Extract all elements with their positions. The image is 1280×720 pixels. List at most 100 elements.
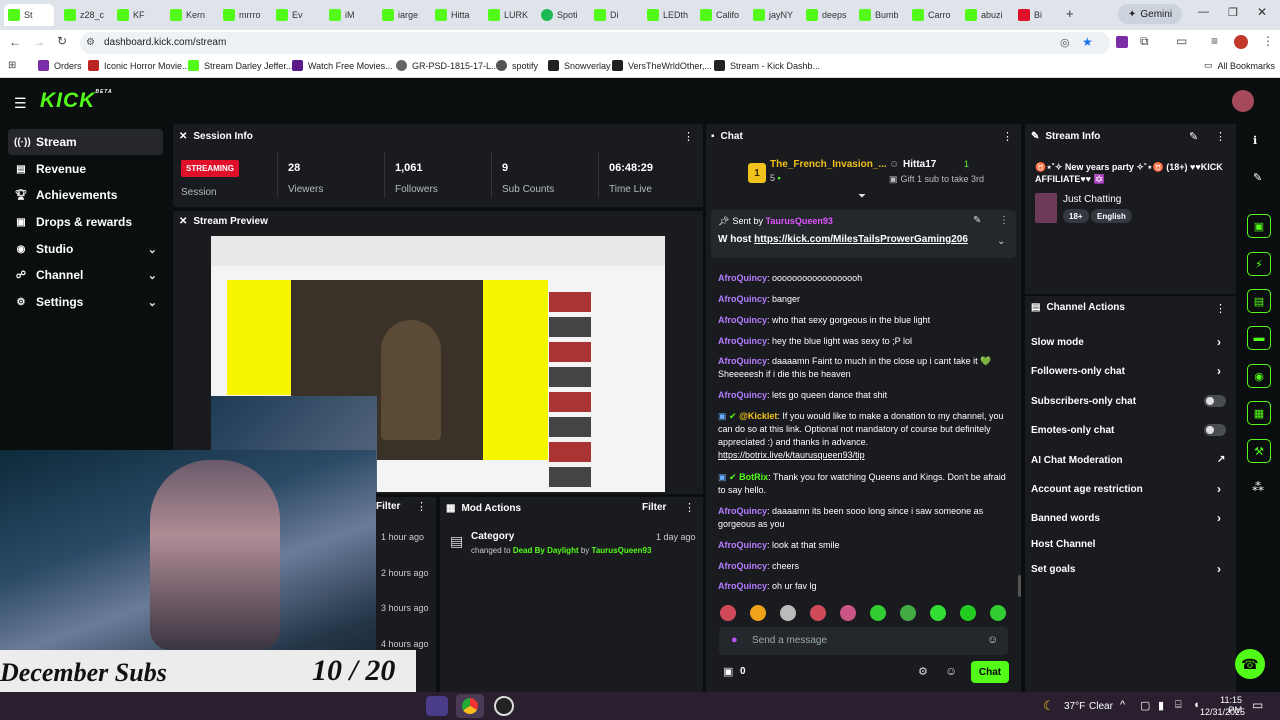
action-followers-only[interactable]: Followers-only chat ›	[1031, 364, 1231, 378]
tab[interactable]: KF	[113, 4, 163, 26]
emote-icon[interactable]	[720, 605, 736, 621]
tray-display-icon[interactable]: ▢	[1140, 699, 1150, 712]
nav-item-stream[interactable]: ((·)) Stream	[8, 129, 163, 155]
chat-username[interactable]: AfroQuincy	[718, 315, 767, 325]
extensions-puzzle-icon[interactable]: ⧉	[1140, 34, 1149, 49]
tab[interactable]: Bi	[1014, 4, 1056, 26]
tab[interactable]: Carro	[908, 4, 958, 26]
taskbar-obs-icon[interactable]	[494, 696, 514, 716]
emote-icon[interactable]	[900, 605, 916, 621]
minimize-icon[interactable]: —	[1198, 6, 1209, 18]
forward-icon[interactable]: →	[33, 35, 45, 49]
chat-username[interactable]: @Kicklet	[739, 411, 777, 421]
mod-entry-user[interactable]: TaurusQueen93	[592, 546, 652, 555]
support-chat-button[interactable]: ☎	[1235, 649, 1265, 679]
tab[interactable]: Califo	[696, 4, 746, 26]
action-set-goals[interactable]: Set goals ›	[1031, 562, 1231, 576]
tab[interactable]: jayNY	[749, 4, 799, 26]
nav-item-studio[interactable]: ◉ Studio ⌄	[8, 236, 163, 262]
more-menu-icon[interactable]: ⋮	[1215, 302, 1226, 315]
chat-scrollbar[interactable]	[1018, 575, 1021, 597]
nav-item-drops[interactable]: ▣ Drops & rewards	[8, 209, 163, 235]
all-bookmarks[interactable]: ▭ All Bookmarks	[1204, 60, 1275, 71]
nav-item-achievements[interactable]: 🏆︎ Achievements	[8, 182, 163, 208]
tab[interactable]: LURK	[484, 4, 534, 26]
url-field[interactable]: ⚙ dashboard.kick.com/stream ◎ ★	[80, 32, 1110, 54]
collapse-icon[interactable]: ⏷	[858, 191, 866, 202]
more-menu-icon[interactable]: ⋮	[683, 130, 694, 143]
layout-icon[interactable]: ▦	[1247, 401, 1271, 425]
tab[interactable]: Di	[590, 4, 640, 26]
broadcast-icon[interactable]: ◉	[1247, 364, 1271, 388]
tray-network-icon[interactable]: ⌸	[1175, 699, 1182, 712]
chat-username[interactable]: AfroQuincy	[718, 273, 767, 283]
gemini-button[interactable]: ✦ Gemini	[1118, 4, 1183, 24]
action-host-channel[interactable]: Host Channel	[1031, 539, 1231, 550]
activity-filter-button[interactable]: Filter	[376, 501, 400, 512]
more-menu-icon[interactable]: ⋮	[999, 215, 1009, 226]
emote-icon[interactable]	[840, 605, 856, 621]
restore-icon[interactable]: ❐	[1228, 6, 1238, 19]
bookmark-item[interactable]: Orders	[38, 60, 82, 71]
eye-off-icon[interactable]: ◎	[1060, 36, 1070, 49]
site-info-icon[interactable]: ⚙	[86, 37, 95, 48]
tab[interactable]: Kern	[166, 4, 216, 26]
profile-avatar[interactable]	[1234, 35, 1248, 49]
bookmark-item[interactable]: Stream Darley Jeffer...	[188, 60, 293, 71]
chat-input[interactable]: ● Send a message ☺	[719, 627, 1008, 655]
subscribers-only-toggle[interactable]	[1204, 395, 1226, 407]
tab[interactable]: Hitta	[431, 4, 481, 26]
document-icon[interactable]: ▤	[1247, 289, 1271, 313]
mic-icon[interactable]: ●	[731, 634, 738, 646]
unpin-icon[interactable]: ✎	[973, 215, 981, 226]
mod-entry-category[interactable]: Dead By Daylight	[513, 546, 579, 555]
edit-icon[interactable]: ✎	[1189, 130, 1198, 143]
tray-chevron-icon[interactable]: ^	[1120, 699, 1125, 711]
tab[interactable]: mrrro	[219, 4, 269, 26]
chat-link[interactable]: https://botrix.live/k/taurusqueen93/tip	[718, 450, 865, 460]
leaderboard-top-user[interactable]: The_French_Invasion_...	[770, 159, 887, 170]
nav-item-settings[interactable]: ⚙ Settings ⌄	[8, 289, 163, 315]
tab[interactable]: z28_c	[60, 4, 110, 26]
user-avatar[interactable]	[1232, 90, 1254, 112]
emote-icon[interactable]	[930, 605, 946, 621]
leaderboard-second-user[interactable]: Hitta17	[903, 159, 936, 170]
tab[interactable]: iM	[325, 4, 375, 26]
chat-icon[interactable]: ▬	[1247, 326, 1271, 350]
nav-item-revenue[interactable]: ▤ Revenue	[8, 156, 163, 182]
emote-icon[interactable]	[960, 605, 976, 621]
emote-menu-icon[interactable]: ☺	[945, 664, 957, 678]
send-chat-button[interactable]: Chat	[971, 661, 1009, 683]
chat-username[interactable]: AfroQuincy	[718, 506, 767, 516]
new-tab-icon[interactable]: +	[1066, 6, 1074, 21]
emote-icon[interactable]	[780, 605, 796, 621]
action-ai-moderation[interactable]: AI Chat Moderation ↗	[1031, 454, 1231, 466]
chat-username[interactable]: AfroQuincy	[718, 356, 767, 366]
action-banned-words[interactable]: Banned words ›	[1031, 511, 1231, 525]
chat-username[interactable]: AfroQuincy	[718, 540, 767, 550]
close-icon[interactable]: ✕	[1257, 5, 1267, 19]
action-emotes-only[interactable]: Emotes-only chat	[1031, 425, 1231, 436]
action-account-age[interactable]: Account age restriction ›	[1031, 482, 1231, 496]
tab[interactable]: deeps	[802, 4, 852, 26]
bookmark-item[interactable]: VersTheWrldOther,...	[612, 60, 712, 71]
bookmark-item[interactable]: GR-PSD-1815-17-L...	[396, 60, 499, 71]
emote-icon[interactable]	[870, 605, 886, 621]
mod-filter-button[interactable]: Filter	[642, 502, 666, 513]
kick-logo[interactable]: KICKBETA	[40, 89, 113, 113]
bookmark-item[interactable]: Stream - Kick Dashb...	[714, 60, 820, 71]
bookmark-item[interactable]: Iconic Horror Movie...	[88, 60, 190, 71]
notifications-icon[interactable]: ▭	[1252, 698, 1263, 712]
reload-icon[interactable]: ↻	[57, 34, 67, 48]
tab[interactable]: iarge	[378, 4, 428, 26]
taskbar-chrome-icon[interactable]	[456, 694, 484, 718]
bookmark-star-icon[interactable]: ★	[1082, 35, 1093, 49]
lightning-icon[interactable]: ⚡︎	[1247, 252, 1271, 276]
tab-active[interactable]: St	[4, 4, 54, 26]
tray-mic-icon[interactable]: ▮	[1158, 699, 1164, 712]
more-menu-icon[interactable]: ⋮	[684, 501, 695, 514]
apps-icon[interactable]: ⁂	[1252, 480, 1264, 494]
chat-settings-icon[interactable]: ⚙	[918, 665, 928, 678]
more-menu-icon[interactable]: ⋮	[1215, 130, 1226, 143]
extension-icon[interactable]	[1116, 36, 1128, 48]
